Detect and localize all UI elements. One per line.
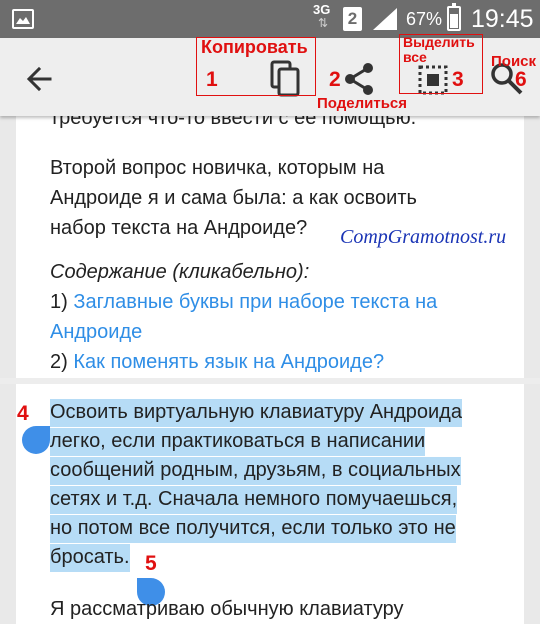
section-separator: [0, 378, 540, 384]
sim-indicator: 2: [343, 7, 362, 31]
selection-start-handle[interactable]: [22, 426, 50, 454]
article-next-paragraph: Я рассматриваю обычную клавиатуру: [50, 598, 404, 620]
copy-annotation-label: Копировать: [201, 37, 308, 57]
toc-title: Содержание (кликабельно):: [50, 261, 310, 283]
web-content[interactable]: требуется что-то ввести с ее помощью. Вт…: [0, 116, 540, 624]
toc-link-capital-letters-cont[interactable]: Андроиде: [50, 321, 142, 343]
selectall-annotation-number: 3: [452, 68, 464, 91]
end-handle-annotation-number: 5: [145, 552, 157, 575]
gallery-icon: [12, 9, 34, 29]
site-watermark: CompGramotnost.ru: [340, 226, 507, 248]
signal-icon: [373, 8, 397, 30]
back-arrow-icon: [26, 66, 52, 92]
start-handle-annotation-number: 4: [17, 402, 29, 425]
network-type: 3G: [313, 2, 331, 17]
toc-link-capital-letters[interactable]: Заглавные буквы при наборе текста на: [73, 291, 437, 313]
clock: 19:45: [471, 5, 534, 33]
search-annotation-number: 6: [515, 68, 527, 91]
battery-percent: 67%: [406, 9, 443, 29]
share-button[interactable]: [340, 60, 380, 98]
search-annotation-label: Поиск: [491, 53, 537, 70]
share-icon: [345, 63, 373, 95]
toc-item: 1) Заглавные буквы при наборе текста на …: [50, 291, 438, 343]
selectall-annotation-label: Выделить все: [403, 34, 475, 65]
back-button[interactable]: [20, 62, 64, 96]
data-arrows-icon: ⇅: [318, 16, 329, 30]
copy-annotation-number: 1: [206, 68, 218, 91]
article-cut-line: требуется что-то ввести с ее помощью.: [50, 116, 417, 129]
battery-icon: [447, 3, 461, 31]
toc-item: 2) Как поменять язык на Андроиде?: [50, 351, 385, 373]
toc-link-change-language[interactable]: Как поменять язык на Андроиде?: [73, 351, 384, 373]
share-annotation-label: Поделиться: [317, 95, 408, 112]
status-bar: 3G ⇅ 2 67% 19:45: [0, 0, 540, 38]
selected-paragraph[interactable]: Освоить виртуальную клавиатуру Андроида …: [50, 398, 520, 572]
share-annotation-number: 2: [329, 68, 341, 91]
